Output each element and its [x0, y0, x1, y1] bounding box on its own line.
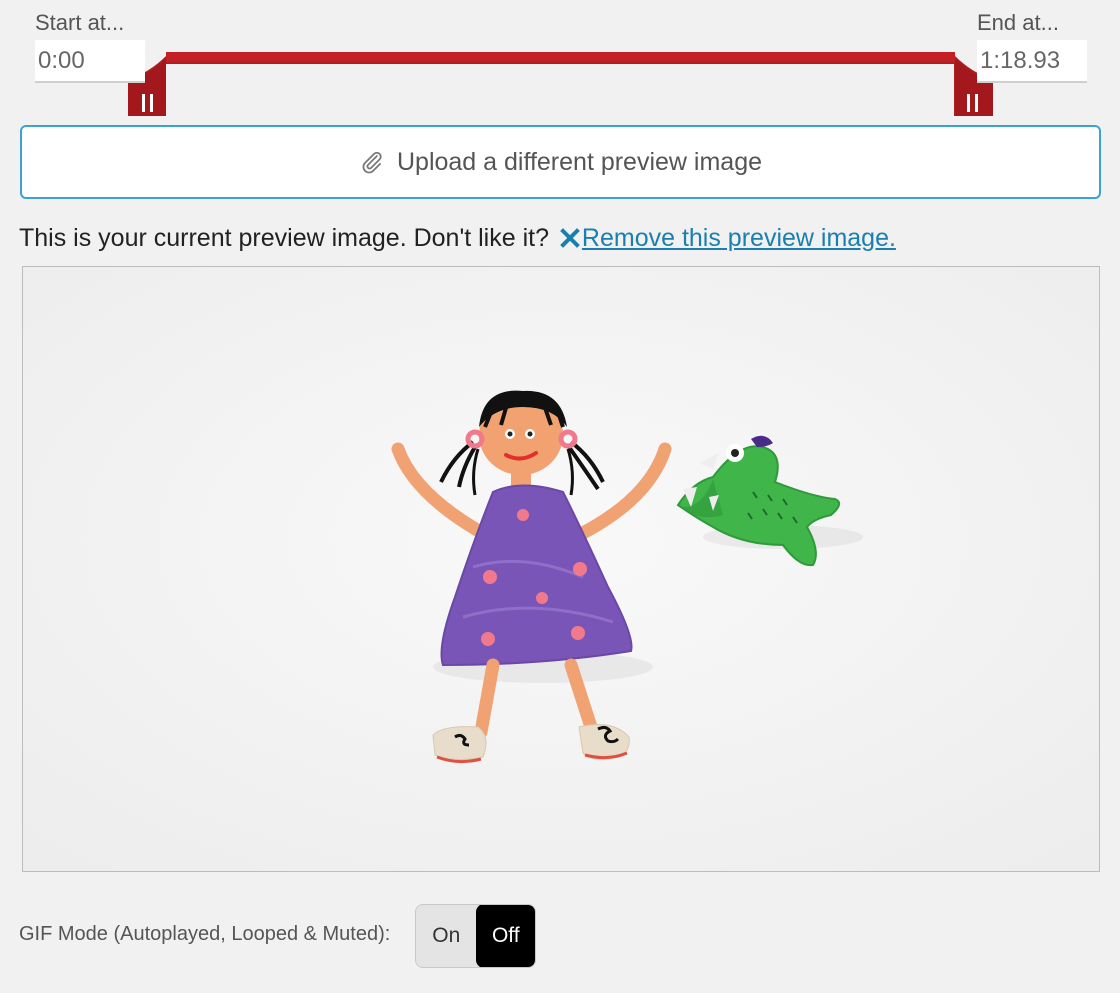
gif-mode-off-option[interactable]: Off	[475, 905, 535, 967]
start-handle[interactable]	[128, 82, 166, 116]
preview-info-text: This is your current preview image. Don'…	[19, 224, 549, 252]
end-time-input[interactable]	[977, 40, 1087, 83]
upload-button-label: Upload a different preview image	[396, 147, 763, 176]
range-bar	[128, 56, 993, 116]
gif-mode-label: GIF Mode (Autoplayed, Looped & Muted):	[19, 923, 391, 945]
upload-preview-button[interactable]: Upload a different preview image	[20, 125, 1101, 199]
preview-info-line: This is your current preview image. Don'…	[19, 224, 896, 253]
gif-mode-on-option[interactable]: On	[416, 905, 477, 967]
gif-mode-toggle[interactable]: On Off	[415, 904, 536, 968]
remove-preview-link[interactable]: Remove this preview image.	[582, 224, 896, 252]
end-handle[interactable]	[955, 82, 993, 116]
close-x-icon[interactable]	[560, 224, 580, 253]
start-time-input[interactable]	[35, 40, 145, 83]
range-slider-track	[128, 52, 993, 116]
preview-image	[22, 266, 1100, 872]
paperclip-icon	[359, 149, 385, 175]
clay-figures-illustration	[23, 267, 1099, 871]
